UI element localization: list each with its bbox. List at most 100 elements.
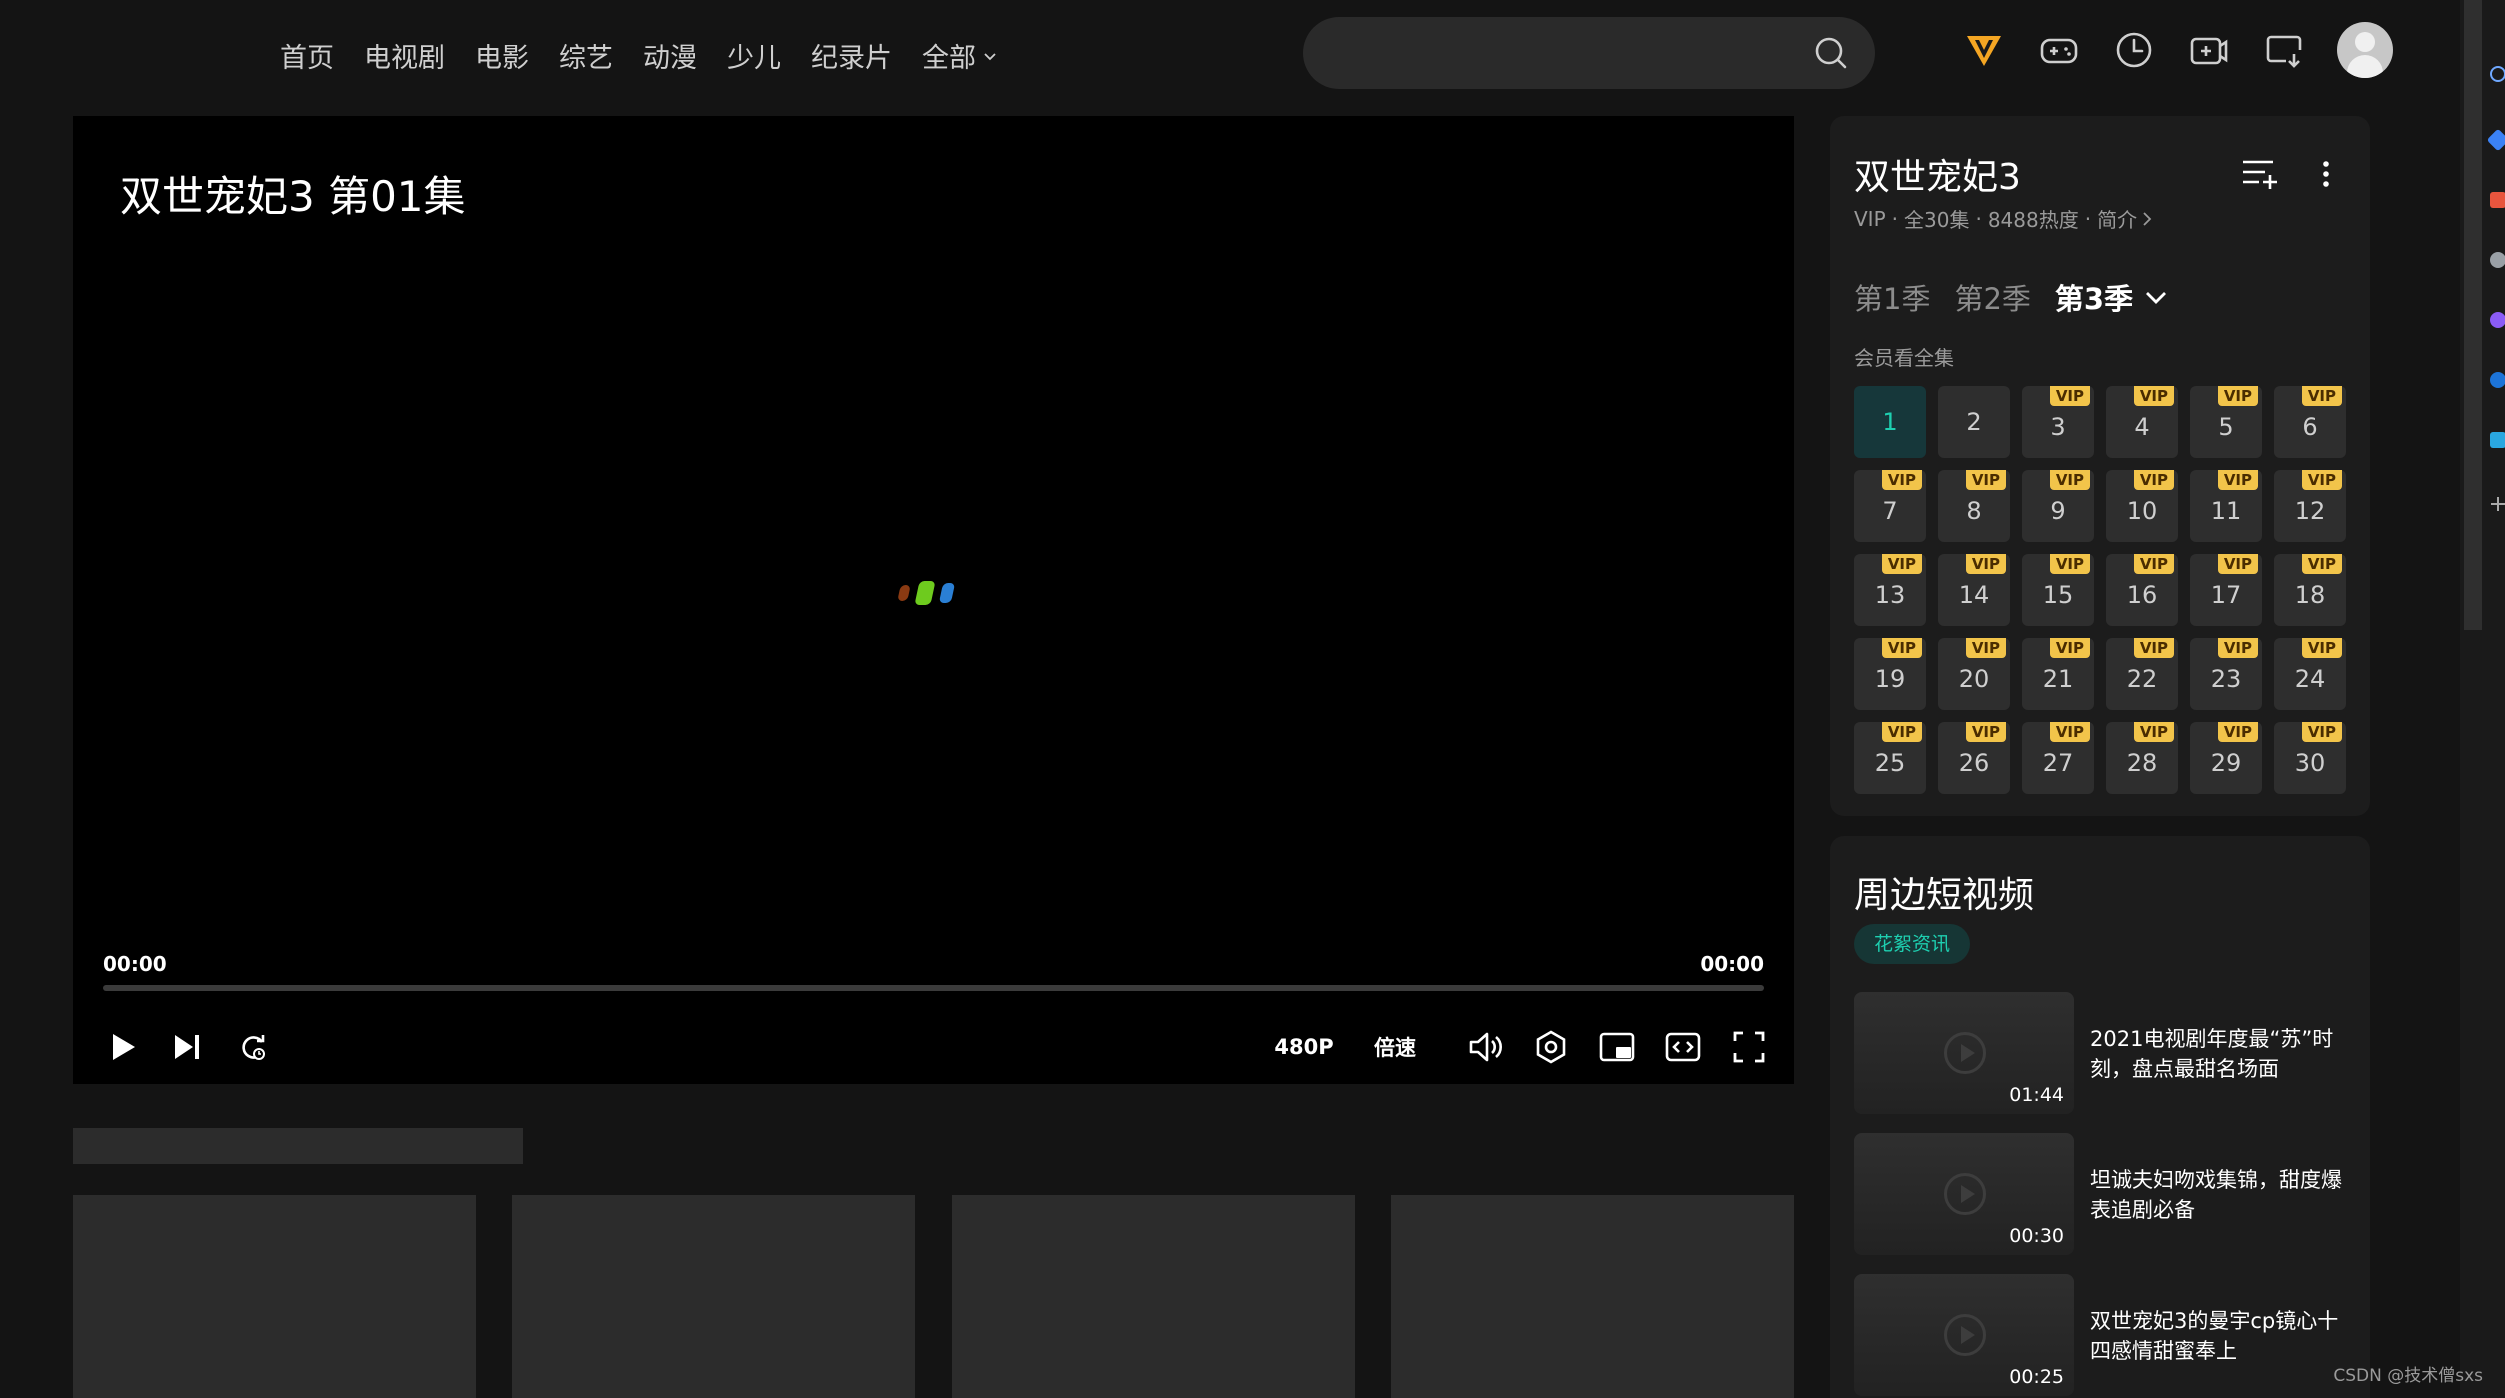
search-box[interactable] [1303, 17, 1875, 89]
toolbox-icon[interactable] [2490, 192, 2505, 208]
episode-button[interactable]: VIP 10 [2106, 470, 2178, 542]
episode-button[interactable]: VIP 13 [1854, 554, 1926, 626]
nav-kids[interactable]: 少儿 [727, 36, 781, 75]
video-title[interactable]: 双世宠妃3的曼宇cp镜心十四感情甜蜜奉上 [2090, 1306, 2352, 1366]
search-icon[interactable] [2490, 66, 2505, 82]
nav-tv[interactable]: 电视剧 [364, 36, 445, 75]
game-controller-icon[interactable] [2037, 28, 2081, 72]
scrollbar[interactable] [2464, 0, 2482, 630]
episode-button[interactable]: VIP 6 [2274, 386, 2346, 458]
add-to-playlist-button[interactable] [2240, 154, 2280, 194]
episode-button[interactable]: VIP 24 [2274, 638, 2346, 710]
nav-documentary[interactable]: 纪录片 [811, 36, 892, 75]
person-icon[interactable] [2490, 252, 2505, 268]
add-icon[interactable] [2490, 496, 2505, 512]
volume-button[interactable] [1463, 1022, 1507, 1072]
tab-season-1[interactable]: 第1季 [1854, 276, 1930, 318]
tag-behind-the-scenes[interactable]: 花絮资讯 [1854, 924, 1971, 964]
video-thumbnail[interactable]: 01:44 [1854, 992, 2074, 1114]
episode-number: 26 [1958, 749, 1990, 777]
recommend-card-placeholder[interactable] [73, 1195, 476, 1398]
episode-button[interactable]: VIP 26 [1938, 722, 2010, 794]
more-options-button[interactable] [2306, 154, 2346, 194]
episode-button[interactable]: VIP 7 [1854, 470, 1926, 542]
next-episode-button[interactable] [165, 1022, 209, 1072]
short-video-item[interactable]: 01:44 2021电视剧年度最“苏”时刻，盘点最甜名场面 [1854, 992, 2354, 1114]
video-player[interactable]: 双世宠妃3 第01集 00:00 00:00 480P 倍速 [73, 116, 1794, 1084]
recommend-card-placeholder[interactable] [512, 1195, 915, 1398]
episode-button[interactable]: VIP 28 [2106, 722, 2178, 794]
settings-button[interactable] [1529, 1022, 1573, 1072]
episode-number: 14 [1958, 581, 1990, 609]
speed-button[interactable]: 倍速 [1363, 1022, 1427, 1072]
episode-number: 4 [2134, 413, 2150, 441]
episode-button[interactable]: VIP 23 [2190, 638, 2262, 710]
episode-number: 7 [1882, 497, 1898, 525]
copilot-icon[interactable] [2490, 312, 2505, 328]
search-input[interactable] [1333, 17, 1793, 89]
intro-link[interactable]: 简介 [2097, 204, 2137, 233]
send-icon[interactable] [2490, 432, 2505, 448]
episode-button[interactable]: VIP 30 [2274, 722, 2346, 794]
video-title[interactable]: 2021电视剧年度最“苏”时刻，盘点最甜名场面 [2090, 1024, 2352, 1084]
fullscreen-button[interactable] [1727, 1022, 1771, 1072]
episode-button[interactable]: VIP 12 [2274, 470, 2346, 542]
web-fullscreen-icon [1665, 1032, 1701, 1062]
episode-button[interactable]: VIP 14 [1938, 554, 2010, 626]
more-vertical-icon [2323, 161, 2329, 187]
episode-button[interactable]: VIP 17 [2190, 554, 2262, 626]
nav-variety[interactable]: 综艺 [559, 36, 613, 75]
video-title[interactable]: 坦诚夫妇吻戏集锦，甜度爆表追剧必备 [2090, 1165, 2352, 1225]
tab-season-2[interactable]: 第2季 [1954, 276, 2030, 318]
episode-button[interactable]: VIP 5 [2190, 386, 2262, 458]
episode-button[interactable]: VIP 27 [2022, 722, 2094, 794]
history-clock-icon[interactable] [2112, 28, 2156, 72]
nav-movie[interactable]: 电影 [475, 36, 529, 75]
nav-anime[interactable]: 动漫 [643, 36, 697, 75]
episode-button[interactable]: VIP 21 [2022, 638, 2094, 710]
avatar[interactable] [2337, 22, 2393, 78]
episode-button[interactable]: VIP 3 [2022, 386, 2094, 458]
nav-all[interactable]: 全部 [922, 36, 998, 75]
outlook-icon[interactable] [2490, 372, 2505, 388]
episode-button[interactable]: VIP 22 [2106, 638, 2178, 710]
episode-button[interactable]: VIP 16 [2106, 554, 2178, 626]
show-meta: VIP · 全30集 · 8488热度 · 简介 [1854, 204, 2153, 233]
upload-video-icon[interactable] [2187, 28, 2231, 72]
download-screen-icon[interactable] [2262, 28, 2306, 72]
short-video-item[interactable]: 00:25 双世宠妃3的曼宇cp镜心十四感情甜蜜奉上 [1854, 1274, 2354, 1396]
play-button[interactable] [101, 1022, 145, 1072]
top-bar: 首页 电视剧 电影 综艺 动漫 少儿 纪录片 全部 [0, 0, 2460, 110]
recommend-card-placeholder[interactable] [1391, 1195, 1794, 1398]
episode-button[interactable]: VIP 18 [2274, 554, 2346, 626]
loop-button[interactable] [231, 1022, 275, 1072]
episode-button[interactable]: VIP 15 [2022, 554, 2094, 626]
picture-in-picture-button[interactable] [1595, 1022, 1639, 1072]
episode-button[interactable]: 2 [1938, 386, 2010, 458]
vip-badge: VIP [2217, 554, 2258, 574]
episode-button[interactable]: VIP 9 [2022, 470, 2094, 542]
vip-badge: VIP [2301, 386, 2342, 406]
tab-season-3[interactable]: 第3季 [2055, 276, 2133, 318]
quality-button[interactable]: 480P [1269, 1022, 1339, 1072]
episode-button[interactable]: VIP 29 [2190, 722, 2262, 794]
episode-button[interactable]: VIP 8 [1938, 470, 2010, 542]
chevron-right-icon[interactable] [2141, 211, 2153, 227]
nav-home[interactable]: 首页 [280, 36, 334, 75]
episode-button[interactable]: 1 [1854, 386, 1926, 458]
progress-bar[interactable] [103, 985, 1764, 991]
episode-button[interactable]: VIP 11 [2190, 470, 2262, 542]
web-fullscreen-button[interactable] [1661, 1022, 1705, 1072]
episode-button[interactable]: VIP 4 [2106, 386, 2178, 458]
video-thumbnail[interactable]: 00:30 [1854, 1133, 2074, 1255]
recommend-card-placeholder[interactable] [952, 1195, 1355, 1398]
search-icon[interactable] [1813, 35, 1849, 71]
episode-button[interactable]: VIP 20 [1938, 638, 2010, 710]
chevron-down-icon[interactable] [2143, 284, 2169, 310]
episode-button[interactable]: VIP 25 [1854, 722, 1926, 794]
episode-button[interactable]: VIP 19 [1854, 638, 1926, 710]
vip-badge: VIP [1965, 554, 2006, 574]
video-thumbnail[interactable]: 00:25 [1854, 1274, 2074, 1396]
short-video-item[interactable]: 00:30 坦诚夫妇吻戏集锦，甜度爆表追剧必备 [1854, 1133, 2354, 1255]
vip-icon[interactable] [1962, 28, 2006, 72]
